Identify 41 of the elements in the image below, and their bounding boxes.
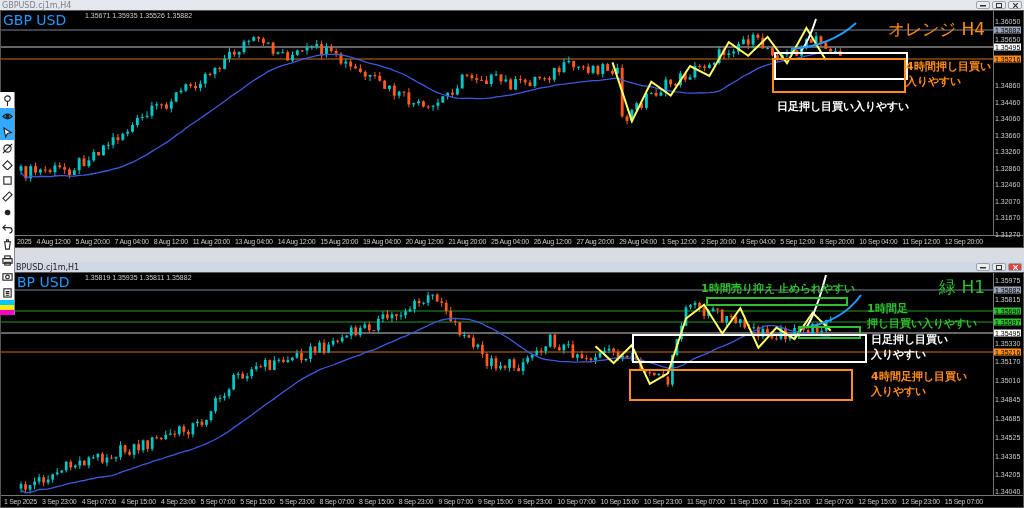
zone-note: 入りやすい xyxy=(906,74,961,89)
close-icon xyxy=(1012,2,1018,8)
tool-button[interactable] xyxy=(0,252,14,268)
zone-note: 1時間足 xyxy=(867,301,908,316)
tool-button[interactable] xyxy=(0,108,14,124)
minimize-icon xyxy=(980,3,986,7)
minimize-icon xyxy=(980,265,986,269)
minimize-button[interactable] xyxy=(976,1,990,9)
undo-icon xyxy=(1,222,13,234)
close-button[interactable] xyxy=(1008,1,1022,9)
zone-note: 日足押し目買い入りやすい xyxy=(777,99,909,114)
symbol-label: GBP USD xyxy=(3,12,67,28)
close-icon xyxy=(1012,264,1018,270)
zone-note: 4時間足押し目買い xyxy=(871,369,967,384)
timeframe-label: オレンジ H4 xyxy=(888,19,985,39)
maximize-button[interactable] xyxy=(992,263,1006,271)
symbol-label: BP USD xyxy=(17,274,70,290)
tool-button[interactable] xyxy=(0,188,14,204)
color-swatch[interactable] xyxy=(0,305,14,310)
camera-icon xyxy=(1,270,13,282)
pin-icon xyxy=(1,94,13,106)
maximize-button[interactable] xyxy=(992,1,1006,9)
maximize-icon xyxy=(996,264,1002,270)
window-title: BPUSD.cj1m,H1 xyxy=(16,262,80,272)
minimize-button[interactable] xyxy=(976,263,990,271)
tool-button[interactable] xyxy=(0,124,14,140)
window-title: GBPUSD.cj1m,H4 xyxy=(2,0,72,10)
trash-icon xyxy=(1,238,13,250)
color-swatch[interactable] xyxy=(0,300,14,305)
rectangle-icon xyxy=(1,174,13,186)
maximize-icon xyxy=(996,2,1002,8)
clipboard-icon xyxy=(1,286,13,298)
timeframe-label: 緑 H1 xyxy=(939,277,985,297)
cursor-icon xyxy=(1,126,13,138)
color-swatch[interactable] xyxy=(0,310,14,315)
printer-icon xyxy=(1,254,13,266)
ruler-icon xyxy=(1,190,13,202)
zone-note: 入りやすい xyxy=(871,384,926,399)
zone-note: 入りやすい xyxy=(871,347,926,362)
zone-note: 押し目買い入りやすい xyxy=(867,316,977,331)
zone-note: 日足押し目買い xyxy=(871,332,948,347)
